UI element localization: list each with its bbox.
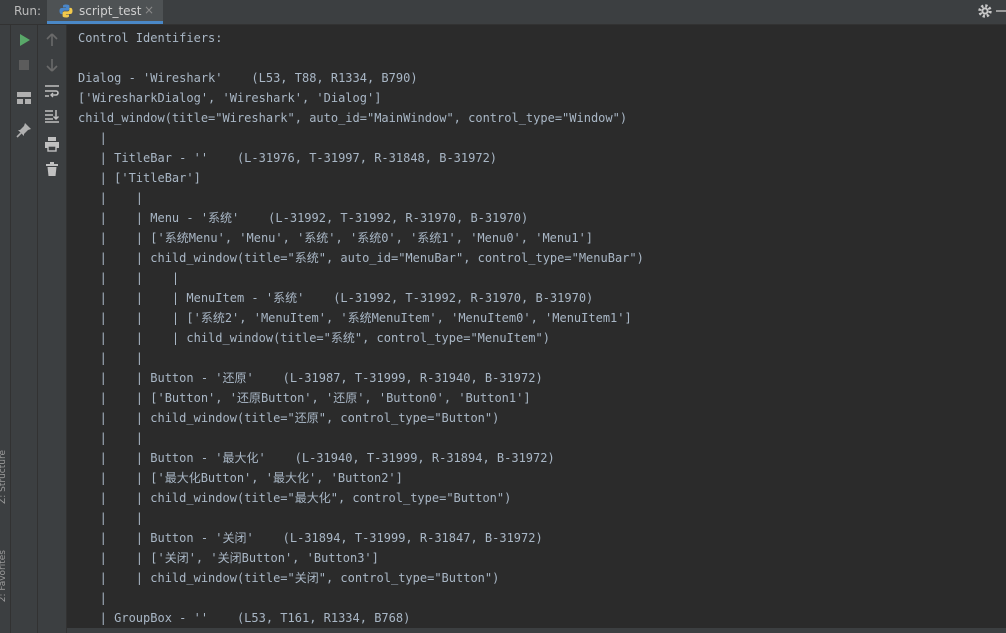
soft-wrap-icon[interactable] (44, 83, 60, 99)
close-icon[interactable]: × (144, 3, 154, 17)
run-toolbar-secondary (38, 25, 67, 633)
layout-icon[interactable] (16, 90, 32, 106)
run-toolwindow-header: Run: script_test × (0, 0, 1006, 25)
structure-tool-label[interactable]: Z: Structure (0, 450, 10, 504)
console-line: | | ['最大化Button', '最大化', 'Button2'] (78, 471, 403, 485)
console-line: | | child_window(title="还原", control_typ… (78, 411, 500, 425)
console-line: | ['TitleBar'] (78, 171, 201, 185)
run-toolbar-primary (11, 25, 38, 633)
side-tool-strip: Z: Structure 2: Favorites (0, 25, 11, 633)
python-icon (59, 4, 73, 18)
gear-icon[interactable] (977, 3, 993, 19)
console-line: | | Button - '最大化' (L-31940, T-31999, R-… (78, 451, 555, 465)
console-line: | | ['Button', '还原Button', '还原', 'Button… (78, 391, 531, 405)
minimize-icon[interactable] (996, 10, 1006, 12)
console-line: | (78, 591, 107, 605)
console-line: | | child_window(title="关闭", control_typ… (78, 571, 500, 585)
console-line: | | Button - '关闭' (L-31894, T-31999, R-3… (78, 531, 543, 545)
console-line: | GroupBox - '' (L53, T161, R1334, B768) (78, 611, 411, 625)
pin-icon[interactable] (16, 122, 32, 138)
console-line: | | (78, 511, 144, 525)
console-line: | | (78, 191, 144, 205)
console-line: | | Menu - '系统' (L-31992, T-31992, R-319… (78, 211, 529, 225)
scroll-to-end-icon[interactable] (44, 108, 60, 124)
console-line: | | ['关闭', '关闭Button', 'Button3'] (78, 551, 379, 565)
console-line: | | (78, 351, 144, 365)
console-line: Control Identifiers: (78, 31, 223, 45)
console-line: | | | MenuItem - '系统' (L-31992, T-31992,… (78, 291, 594, 305)
console-line: Dialog - 'Wireshark' (L53, T88, R1334, B… (78, 71, 418, 85)
down-arrow-icon[interactable] (44, 57, 60, 73)
console-line: ['WiresharkDialog', 'Wireshark', 'Dialog… (78, 91, 382, 105)
console-output[interactable]: Control Identifiers: Dialog - 'Wireshark… (67, 25, 1006, 633)
console-line: | TitleBar - '' (L-31976, T-31997, R-318… (78, 151, 498, 165)
console-line: | | Button - '还原' (L-31987, T-31999, R-3… (78, 371, 543, 385)
console-line: | | | child_window(title="系统", control_t… (78, 331, 550, 345)
console-line: child_window(title="Wireshark", auto_id=… (78, 111, 628, 125)
tab-script-test[interactable]: script_test × (47, 0, 163, 24)
console-line: | (78, 131, 107, 145)
console-line: | | child_window(title="最大化", control_ty… (78, 491, 512, 505)
up-arrow-icon[interactable] (44, 32, 60, 48)
console-line: | | | (78, 271, 180, 285)
horizontal-scrollbar[interactable] (67, 628, 1006, 633)
trash-icon[interactable] (44, 161, 60, 177)
console-line: | | child_window(title="系统", auto_id="Me… (78, 251, 644, 265)
tab-title: script_test (79, 4, 142, 18)
console-line: | | | ['系统2', 'MenuItem', '系统MenuItem', … (78, 311, 632, 325)
favorites-tool-label[interactable]: 2: Favorites (0, 550, 10, 602)
run-label: Run: (14, 4, 42, 18)
print-icon[interactable] (44, 136, 60, 152)
console-line: | | (78, 431, 144, 445)
stop-icon[interactable] (16, 57, 32, 73)
console-line: | | ['系统Menu', 'Menu', '系统', '系统0', '系统1… (78, 231, 594, 245)
run-icon[interactable] (16, 32, 32, 48)
